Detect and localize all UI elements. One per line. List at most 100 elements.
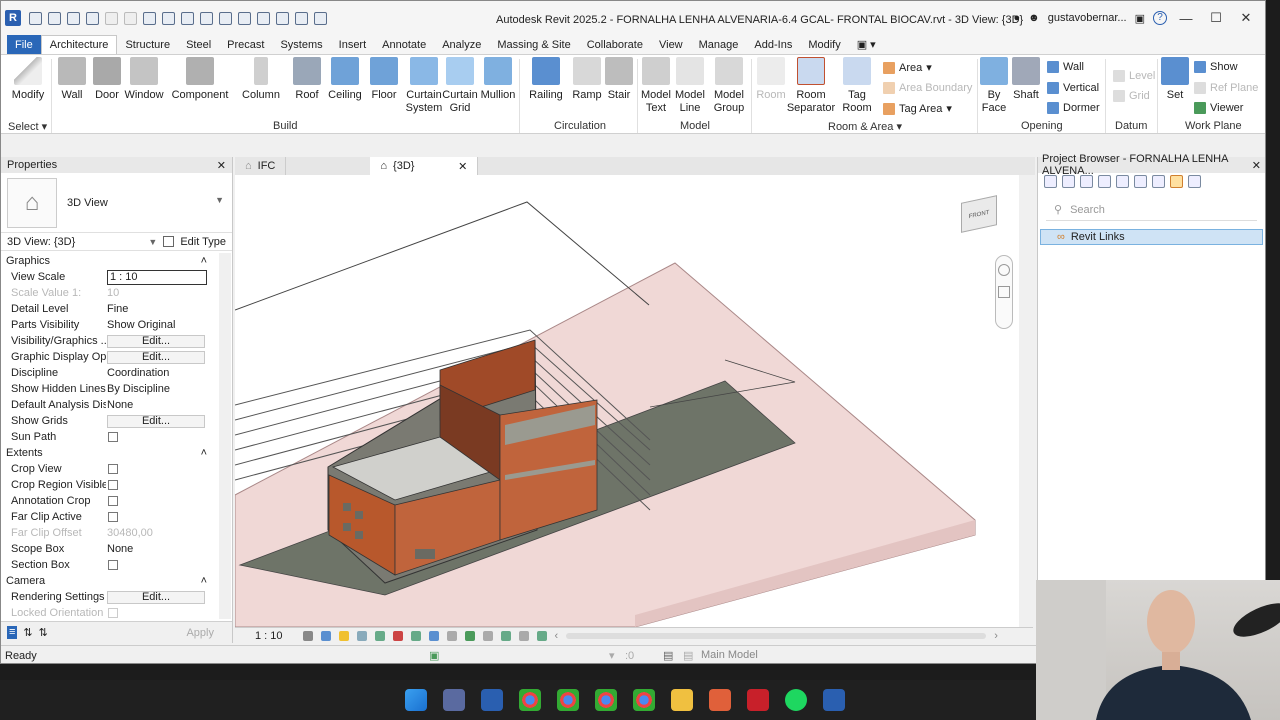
visual-style-icon[interactable] [320,630,331,641]
tab-structure[interactable]: Structure [117,35,178,54]
edit-button[interactable]: Edit... [107,590,205,604]
analytical-icon[interactable] [536,630,547,641]
window-tool[interactable]: Window [123,57,165,102]
save-icon[interactable] [67,11,80,25]
user-icon[interactable]: ☻ [1028,12,1040,24]
zoom-icon[interactable] [998,286,1010,298]
tab-massing-site[interactable]: Massing & Site [489,35,578,54]
curtain-system-tool[interactable]: Curtain System [405,57,443,115]
model-group-tool[interactable]: Model Group [711,57,747,115]
set-work-plane-tool[interactable]: Set [1161,57,1189,102]
show-crop-icon[interactable] [410,630,421,641]
lock-view-icon[interactable] [428,630,439,641]
windows-start-icon[interactable] [405,689,427,711]
chevron-right-icon[interactable]: › [994,630,998,642]
model-line-tool[interactable]: Model Line [674,57,706,115]
maximize-button[interactable]: ☐ [1205,10,1227,26]
redo-icon[interactable] [124,11,137,25]
filter-icon[interactable]: ▾ [609,649,615,662]
steering-wheel-icon[interactable] [998,264,1010,276]
prop-value[interactable]: By Discipline [106,383,219,395]
tag-area-tool[interactable]: Tag Area ▾ [883,102,952,115]
views-icon[interactable] [1062,175,1075,188]
detail-level-icon[interactable] [302,630,313,641]
measure-icon[interactable] [162,11,175,25]
app-c-icon[interactable] [709,689,731,711]
prop-value[interactable]: Coordination [106,367,219,379]
legends-icon[interactable] [1080,175,1093,188]
design-options-icon[interactable]: ▤ [663,649,673,662]
viewcube[interactable]: FRONT [959,193,1003,237]
crop-region-checkbox[interactable] [108,480,118,490]
model-text-tool[interactable]: Model Text [640,57,672,115]
select-panel-label[interactable]: Select ▾ [8,120,47,133]
group-graphics[interactable]: Graphics ˄ [1,253,219,269]
modify-tool[interactable]: Modify [9,57,47,102]
close-hidden-icon[interactable] [295,11,308,25]
sort-az-icon[interactable]: ⇅ [23,626,32,639]
sun-path-checkbox[interactable] [108,432,118,442]
section-icon[interactable] [257,11,270,25]
prop-value[interactable]: None [106,399,219,411]
wall-tool[interactable]: Wall [56,57,88,102]
ref-plane-tool[interactable]: Ref Plane [1194,82,1258,94]
component-tool[interactable]: Component [171,57,229,102]
chrome-profile-4-icon[interactable] [633,689,655,711]
tab-insert[interactable]: Insert [331,35,375,54]
render-icon[interactable] [374,630,385,641]
ramp-tool[interactable]: Ramp [570,57,604,102]
schedules-icon[interactable] [1098,175,1111,188]
collapse-icon[interactable]: ˄ [201,575,207,587]
ceiling-tool[interactable]: Ceiling [327,57,363,102]
tab-file[interactable]: File [7,35,41,54]
3d-view-canvas[interactable]: FRONT [235,175,1019,627]
floor-tool[interactable]: Floor [368,57,400,102]
temp-properties-icon[interactable] [482,630,493,641]
room-area-panel-label[interactable]: Room & Area ▾ [828,120,902,133]
door-tool[interactable]: Door [91,57,123,102]
grid-tool[interactable]: Grid [1113,90,1150,102]
stair-tool[interactable]: Stair [605,57,633,102]
tab-manage[interactable]: Manage [691,35,747,54]
roof-tool[interactable]: Roof [291,57,323,102]
print-icon[interactable] [143,11,156,25]
minimize-button[interactable]: — [1175,11,1197,26]
file-explorer-icon[interactable] [671,689,693,711]
cart-icon[interactable]: ▣ [1135,12,1145,25]
area-tool[interactable]: Area ▾ [883,61,932,74]
view-selector[interactable]: 3D View: {3D} [7,236,75,248]
chrome-profile-2-icon[interactable] [557,689,579,711]
tab-view[interactable]: View [651,35,691,54]
categorize-icon[interactable]: ≡ [7,626,18,639]
dormer-tool[interactable]: Dormer [1047,102,1100,114]
crop-icon[interactable] [392,630,403,641]
curtain-grid-tool[interactable]: Curtain Grid [442,57,478,115]
worksharing-icon[interactable] [500,630,511,641]
3d-view-icon[interactable] [238,11,251,25]
sheets-icon[interactable] [1134,175,1147,188]
spotify-icon[interactable] [785,689,807,711]
browser-search[interactable]: ⚲ Search [1046,199,1257,221]
panel-toggle-icon[interactable]: ▣ ▾ [849,35,884,54]
tab-add-ins[interactable]: Add-Ins [746,35,800,54]
edit-type-button[interactable]: Edit Type [180,236,226,248]
tab-analyze[interactable]: Analyze [434,35,489,54]
revit-taskbar-icon-2[interactable] [823,689,845,711]
chevron-left-icon[interactable]: ‹ [555,630,559,642]
room-separator-tool[interactable]: Room Separator [787,57,835,115]
chrome-profile-3-icon[interactable] [595,689,617,711]
open-icon[interactable] [48,11,61,25]
home-icon[interactable] [29,11,42,25]
revit-links-icon[interactable] [1170,175,1183,188]
sort-za-icon[interactable]: ⇅ [39,626,48,639]
sun-path-icon[interactable] [338,630,349,641]
revit-logo[interactable]: R [5,10,21,26]
autocad-icon[interactable] [747,689,769,711]
annotation-crop-checkbox[interactable] [108,496,118,506]
group-camera[interactable]: Camera ˄ [1,573,219,589]
view-scale-input[interactable]: 1 : 10 [107,269,207,285]
help-icon[interactable]: ? [1153,11,1167,25]
view-scale[interactable]: 1 : 10 [255,630,283,642]
viewer-tool[interactable]: Viewer [1194,102,1243,114]
by-face-tool[interactable]: By Face [980,57,1008,115]
